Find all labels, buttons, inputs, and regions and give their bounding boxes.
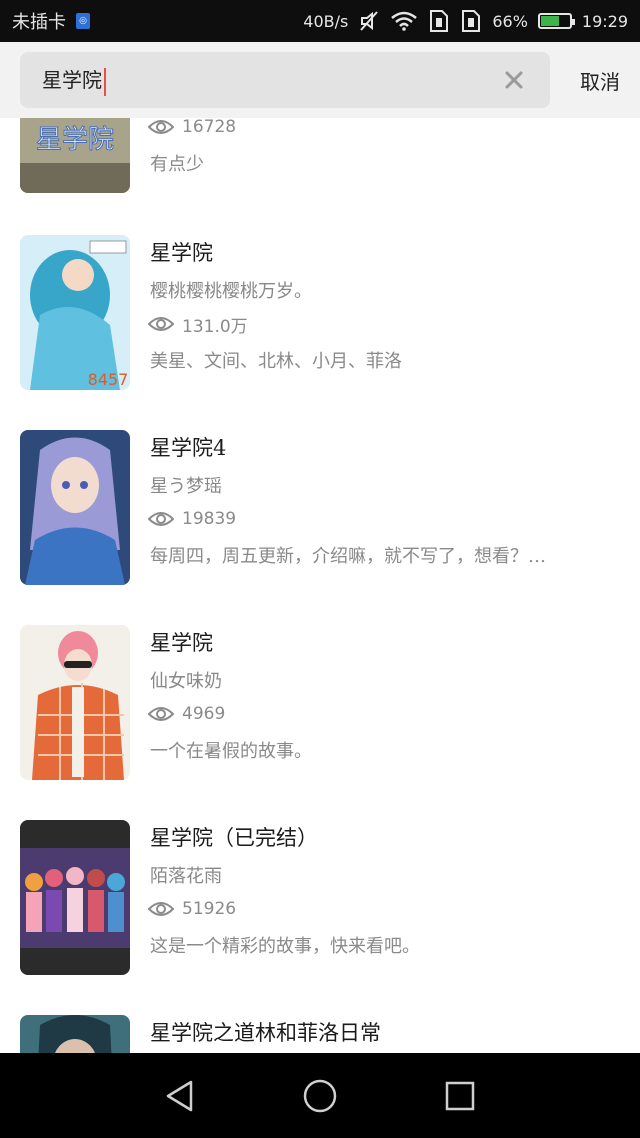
cover-plaid-suit-character-icon [20,625,130,780]
cover-xingxueyuan-logo-icon: 星学院 [20,118,130,193]
eye-icon [148,512,174,526]
book-cover [20,625,130,780]
search-query-value: 星学院 [42,68,102,92]
sim2-signal-icon [460,9,482,33]
list-item[interactable]: 8457 星学院 樱桃樱桃樱桃万岁。 131.0万 美星、文间、北林、小月、菲洛 [0,235,640,395]
book-title: 星学院之道林和菲洛日常 [150,1021,381,1045]
svg-text:星学院: 星学院 [36,125,114,155]
clock: 19:29 [581,11,628,31]
view-count-value: 19839 [182,509,237,529]
cancel-button[interactable]: 取消 [560,42,640,118]
book-description: 有点少 [150,154,204,175]
view-count: 19839 [148,506,236,532]
book-title: 星学院4 [150,436,227,460]
search-input[interactable]: 星学院 [20,52,550,108]
sim1-signal-icon [428,9,450,33]
view-count: 131.0万 [148,311,248,337]
view-count-value: 51926 [182,899,237,919]
cover-group-of-girls-icon [20,820,130,975]
book-author: 星う梦瑶 [150,476,222,497]
view-count-value: 4969 [182,704,226,724]
notification-icon: ◎ [76,13,90,29]
book-description: 美星、文间、北林、小月、菲洛 [150,351,402,372]
clear-search-button[interactable] [500,66,528,94]
home-button[interactable] [290,1066,350,1126]
eye-icon [148,707,174,721]
list-item[interactable]: 星学院之道林和菲洛日常 [0,1015,640,1053]
cover-dark-haired-boy-icon [20,1015,130,1053]
eye-icon [148,317,174,331]
list-item[interactable]: 星学院4 星う梦瑶 19839 每周四，周五更新，介绍嘛，就不写了，想看？… [0,430,640,590]
network-speed: 40B/s [303,11,349,31]
book-description: 一个在暑假的故事。 [150,741,312,762]
recents-button[interactable] [430,1066,490,1126]
mute-icon [358,10,380,32]
book-description: 每周四，周五更新，介绍嘛，就不写了，想看？… [150,546,546,567]
view-count: 51926 [148,896,236,922]
wifi-icon [390,11,418,31]
text-cursor [104,67,106,96]
book-description: 这是一个精彩的故事，快来看吧。 [150,936,420,957]
book-cover [20,820,130,975]
battery-percent: 66% [492,11,528,31]
list-item[interactable]: 星学院 16728 有点少 [0,118,640,198]
eye-icon [148,120,174,134]
view-count: 4969 [148,701,225,727]
search-bar: 星学院 取消 [0,42,640,118]
book-title: 星学院 [150,631,213,655]
battery-icon [537,13,575,29]
view-count-value: 16728 [182,118,237,137]
carrier-label: 未插卡 [12,12,66,33]
recents-square-icon [445,1081,475,1110]
status-bar: 未插卡 ◎ 40B/s 66% 19:29 [0,0,640,42]
book-cover [20,1015,130,1053]
view-count: 16728 [148,118,236,140]
eye-icon [148,902,174,916]
book-cover [20,430,130,585]
close-icon [505,71,523,89]
list-item[interactable]: 星学院 仙女味奶 4969 一个在暑假的故事。 [0,625,640,785]
svg-text:8457: 8457 [88,370,129,389]
search-results-list: 星学院 16728 有点少 8457 星学院 樱桃樱桃樱桃万岁。 131.0万 [0,118,640,1053]
cover-blue-haired-girl-icon: 8457 [20,235,130,390]
system-nav-bar [0,1053,640,1138]
book-title: 星学院（已完结） [150,826,318,850]
list-item[interactable]: 星学院（已完结） 陌落花雨 51926 这是一个精彩的故事，快来看吧。 [0,820,640,980]
view-count-value: 131.0万 [182,316,248,337]
book-cover: 8457 [20,235,130,390]
back-triangle-icon [166,1080,193,1111]
book-title: 星学院 [150,241,213,265]
back-button[interactable] [150,1066,210,1126]
book-author: 樱桃樱桃樱桃万岁。 [150,281,312,302]
search-query-text: 星学院 [42,52,106,108]
book-cover: 星学院 [20,118,130,193]
book-author: 仙女味奶 [150,671,222,692]
book-author: 陌落花雨 [150,866,222,887]
cover-anime-girl-purple-icon [20,430,130,585]
home-circle-icon [303,1079,337,1112]
